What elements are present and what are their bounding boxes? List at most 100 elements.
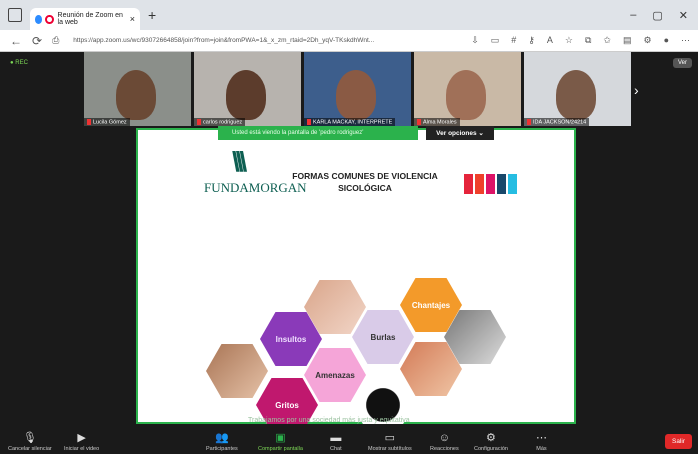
participant-video bbox=[116, 70, 156, 120]
tab-zoom-meeting[interactable]: Reunión de Zoom en la web × bbox=[30, 8, 140, 30]
sdg-logo bbox=[475, 174, 484, 194]
subtitles-icon: ▭ bbox=[384, 432, 396, 444]
recording-icon bbox=[45, 14, 54, 24]
video-label: Iniciar el video bbox=[64, 446, 100, 452]
meeting-info-icon[interactable]: ● REC bbox=[10, 60, 40, 70]
more-button[interactable]: ⋯ Más bbox=[536, 431, 547, 452]
participant-tile[interactable]: IDA JACKSON/24214 bbox=[524, 52, 631, 126]
app-icon[interactable]: ▭ bbox=[491, 35, 500, 46]
sdg-logo bbox=[486, 174, 495, 194]
hex-chantajes-label: Chantajes bbox=[411, 300, 451, 310]
restore-button[interactable]: ▢ bbox=[652, 9, 662, 22]
share-status-text: Usted está viendo la pantalla de 'pedro … bbox=[232, 130, 364, 136]
address-bar-icons: ⇩ ▭ # ⚷ A ☆ ⧉ ✩ ▤ ⚙ ● ⋯ bbox=[471, 35, 690, 46]
minimize-button[interactable]: – bbox=[630, 9, 636, 22]
hex-insultos-label: Insultos bbox=[275, 334, 307, 344]
favorite-icon[interactable]: ☆ bbox=[565, 35, 573, 46]
reactions-label: Reacciones bbox=[430, 446, 459, 452]
collections-icon[interactable]: ▤ bbox=[623, 35, 632, 46]
tab-close-button[interactable]: × bbox=[130, 14, 135, 24]
read-aloud-icon[interactable]: A bbox=[547, 35, 553, 46]
key-icon[interactable]: ⚷ bbox=[528, 35, 535, 46]
participant-tile[interactable]: Lucila Gómez bbox=[84, 52, 191, 126]
settings-label: Configuración bbox=[474, 446, 508, 452]
share-screen-button[interactable]: ▣ Compartir pantalla bbox=[258, 431, 303, 452]
view-button[interactable]: Ver bbox=[672, 58, 692, 68]
tab-strip: Reunión de Zoom en la web × + – ▢ ✕ bbox=[0, 0, 698, 30]
favorites-icon[interactable]: ✩ bbox=[603, 35, 611, 46]
share-status-bar: Usted está viendo la pantalla de 'pedro … bbox=[218, 126, 418, 140]
participants-icon: 👥 bbox=[215, 432, 229, 444]
leave-button[interactable]: Salir bbox=[664, 434, 692, 449]
slide-title: FORMAS COMUNES DE VIOLENCIA SICOLÓGICA bbox=[290, 170, 440, 194]
participant-name: KARLA MACKAY, INTERPRETE bbox=[304, 117, 396, 126]
slide-title-line2: SICOLÓGICA bbox=[338, 183, 392, 193]
grid-icon[interactable]: # bbox=[511, 35, 516, 46]
participants-button[interactable]: 👥 Participantes bbox=[206, 431, 238, 452]
hex-burlas: Burlas bbox=[352, 310, 414, 364]
menu-icon[interactable]: ⋯ bbox=[681, 35, 690, 46]
gear-icon: ⚙ bbox=[486, 432, 496, 444]
more-label: Más bbox=[536, 446, 547, 452]
video-button[interactable]: ▶ Iniciar el video bbox=[64, 431, 99, 452]
chat-button[interactable]: ▬ Chat bbox=[330, 432, 342, 452]
subtitles-button[interactable]: ▭ Mostrar subtítulos bbox=[368, 431, 412, 452]
meeting-toolbar: 🎙 Cancelar silenciar ▶ Iniciar el video … bbox=[0, 424, 698, 454]
gallery-next-button[interactable]: › bbox=[634, 82, 639, 98]
page-info-icon[interactable]: ⎙ bbox=[52, 35, 59, 46]
zoom-meeting: ● REC Ver Lucila Gómez carlos rodriguez KA… bbox=[0, 52, 698, 454]
split-screen-icon[interactable]: ⧉ bbox=[585, 35, 591, 46]
participant-gallery: Lucila Gómez carlos rodriguez KARLA MACKAY… bbox=[84, 52, 631, 126]
participant-video bbox=[336, 70, 376, 120]
hex-amenazas: Amenazas bbox=[304, 348, 366, 402]
video-camera-icon: ▶ bbox=[77, 432, 86, 444]
reactions-button[interactable]: ☺ Reacciones bbox=[430, 432, 459, 452]
participant-video bbox=[226, 70, 266, 120]
share-screen-icon: ▣ bbox=[275, 432, 286, 444]
sdg-logo bbox=[497, 174, 506, 194]
hex-gritos-label: Gritos bbox=[275, 400, 299, 410]
sdg-logos bbox=[464, 174, 517, 194]
share-screen-label: Compartir pantalla bbox=[258, 446, 303, 452]
browser-window: Reunión de Zoom en la web × + – ▢ ✕ ← ⟳ … bbox=[0, 0, 698, 454]
sdg-logo bbox=[508, 174, 517, 194]
settings-button[interactable]: ⚙ Configuración bbox=[474, 431, 508, 452]
participant-tile[interactable]: KARLA MACKAY, INTERPRETE bbox=[304, 52, 411, 126]
tab-title: Reunión de Zoom en la web bbox=[57, 12, 123, 26]
photo-couple bbox=[206, 344, 268, 398]
participant-tile[interactable]: Alma Morales bbox=[414, 52, 521, 126]
new-tab-button[interactable]: + bbox=[148, 7, 156, 23]
participant-video bbox=[556, 70, 596, 120]
chat-icon: ▬ bbox=[330, 432, 342, 444]
participant-name: Alma Morales bbox=[414, 117, 460, 126]
reactions-icon: ☺ bbox=[438, 432, 450, 444]
participant-name: Lucila Gómez bbox=[84, 117, 130, 126]
close-window-button[interactable]: ✕ bbox=[679, 9, 688, 22]
tab-actions-icon[interactable] bbox=[8, 8, 22, 22]
subtitles-label: Mostrar subtítulos bbox=[368, 446, 412, 452]
slide-title-line1: FORMAS COMUNES DE VIOLENCIA bbox=[292, 171, 438, 181]
window-controls: – ▢ ✕ bbox=[630, 9, 688, 22]
zoom-favicon-icon bbox=[35, 14, 43, 24]
participant-name: carlos rodriguez bbox=[194, 117, 246, 126]
reload-icon[interactable]: ⟳ bbox=[32, 34, 42, 48]
fundamorgan-logo-mark: \\\ bbox=[232, 146, 247, 177]
mute-label: Cancelar silenciar bbox=[8, 446, 52, 452]
extensions-icon[interactable]: ⚙ bbox=[643, 35, 651, 46]
slide-footer: Trabajamos por una sociedad más justa y … bbox=[248, 417, 410, 424]
participants-label: Participantes bbox=[206, 446, 238, 452]
participant-tile[interactable]: carlos rodriguez bbox=[194, 52, 301, 126]
back-icon[interactable]: ← bbox=[10, 34, 22, 48]
url-field[interactable]: https://app.zoom.us/wc/93072664858/join?… bbox=[73, 37, 403, 44]
sdg-logo bbox=[464, 174, 473, 194]
participant-video bbox=[446, 70, 486, 120]
hex-burlas-label: Burlas bbox=[370, 332, 396, 342]
more-icon: ⋯ bbox=[536, 432, 547, 444]
hex-amenazas-label: Amenazas bbox=[315, 370, 355, 380]
chat-label: Chat bbox=[330, 446, 342, 452]
profile-icon[interactable]: ● bbox=[664, 35, 669, 46]
view-options-button[interactable]: Ver opciones ⌄ bbox=[426, 126, 494, 140]
mute-button[interactable]: 🎙 Cancelar silenciar bbox=[8, 431, 52, 452]
download-icon[interactable]: ⇩ bbox=[471, 35, 479, 46]
participant-name: IDA JACKSON/24214 bbox=[524, 117, 590, 126]
